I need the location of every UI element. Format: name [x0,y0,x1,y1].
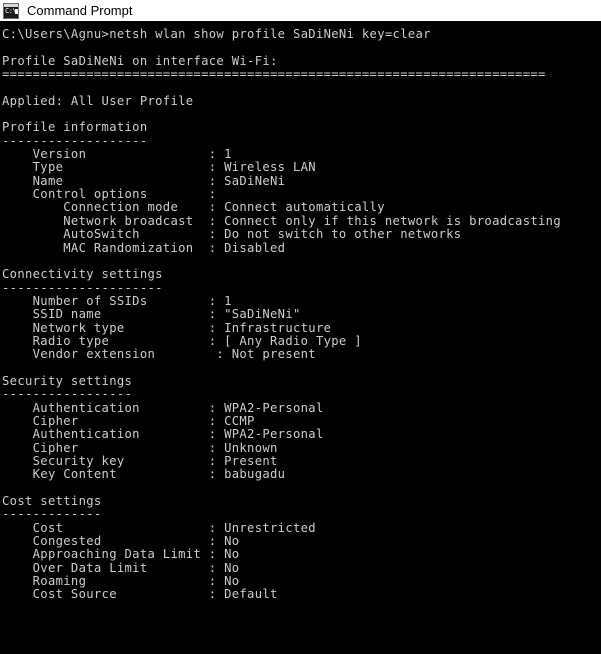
console-icon[interactable]: C:\ [3,3,19,19]
console-surface[interactable]: C:\Users\Agnu>netsh wlan show profile Sa… [0,21,601,654]
window-title: Command Prompt [27,0,132,21]
console-icon-caret [15,9,18,14]
console-output-text: C:\Users\Agnu>netsh wlan show profile Sa… [0,21,601,602]
command-prompt-window: C:\ Command Prompt C:\Users\Agnu>netsh w… [0,0,601,654]
window-titlebar[interactable]: C:\ Command Prompt [0,0,601,21]
